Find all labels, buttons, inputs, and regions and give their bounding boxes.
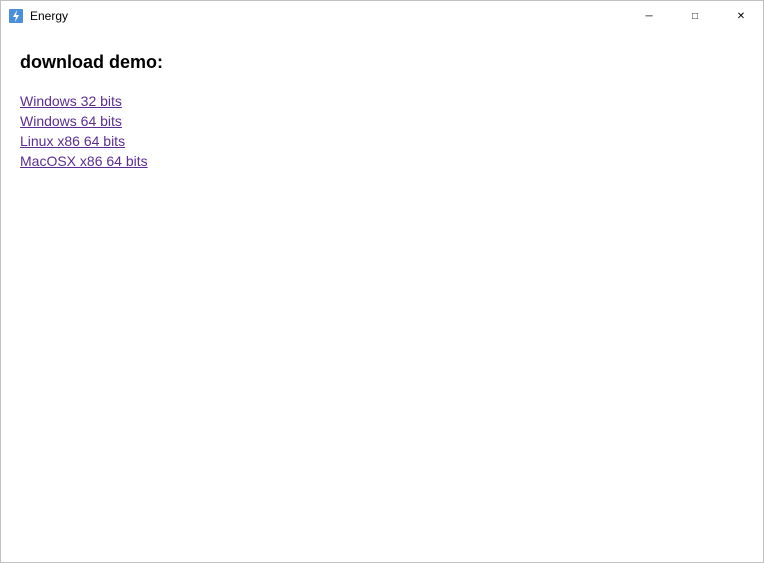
list-item: MacOSX x86 64 bits [20,153,744,171]
main-content: download demo: Windows 32 bits Windows 6… [0,32,764,191]
titlebar: Energy ─ □ ✕ [0,0,764,32]
list-item: Linux x86 64 bits [20,133,744,151]
app-icon [8,8,24,24]
minimize-button[interactable]: ─ [626,0,672,32]
list-item: Windows 64 bits [20,113,744,131]
windows-32-link[interactable]: Windows 32 bits [20,93,122,109]
titlebar-controls: ─ □ ✕ [626,0,764,32]
download-heading: download demo: [20,52,744,73]
windows-64-link[interactable]: Windows 64 bits [20,113,122,129]
list-item: Windows 32 bits [20,93,744,111]
titlebar-title: Energy [30,9,68,23]
close-button[interactable]: ✕ [718,0,764,32]
linux-x86-64-link[interactable]: Linux x86 64 bits [20,133,125,149]
titlebar-left: Energy [8,8,68,24]
maximize-button[interactable]: □ [672,0,718,32]
download-links-list: Windows 32 bits Windows 64 bits Linux x8… [20,93,744,171]
macosx-x86-64-link[interactable]: MacOSX x86 64 bits [20,153,148,169]
